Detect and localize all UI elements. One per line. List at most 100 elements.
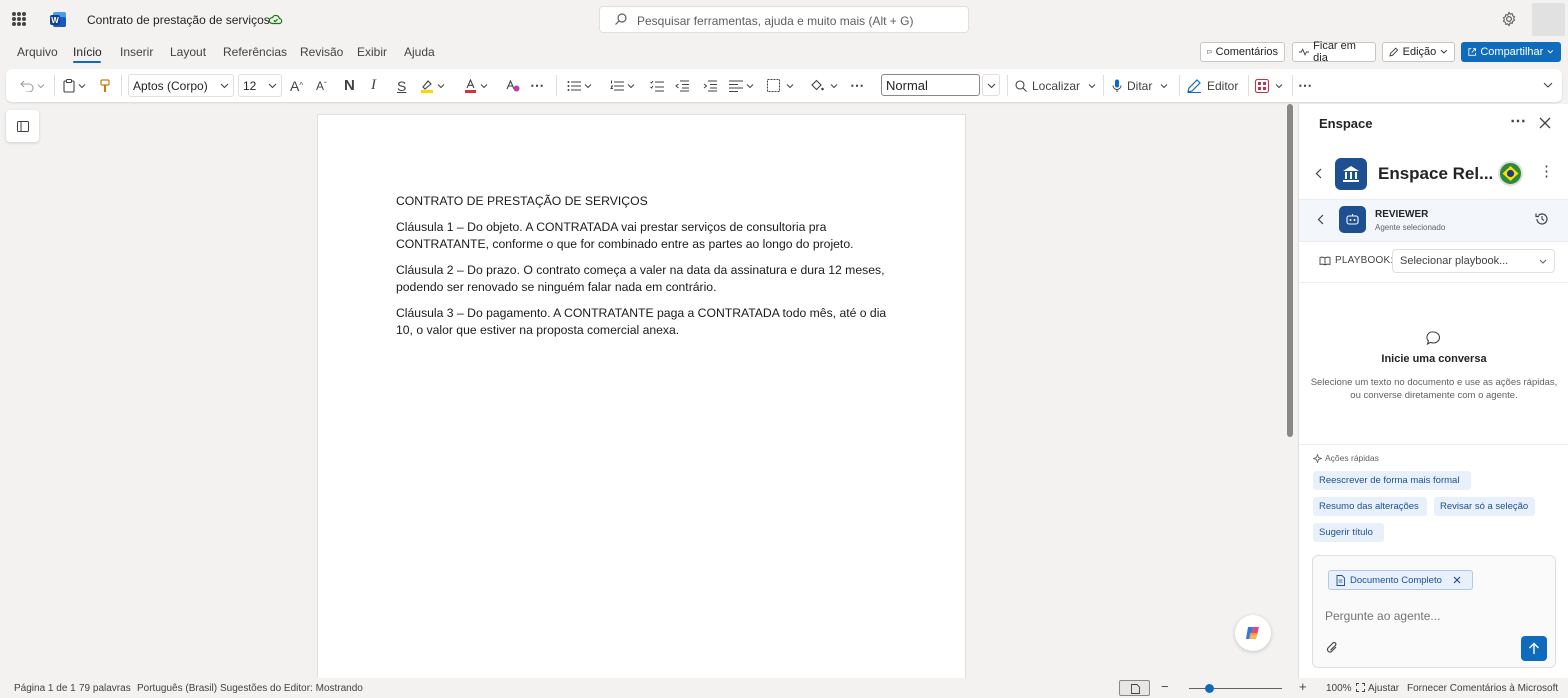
bold-button[interactable]: N [344,69,355,102]
user-avatar[interactable] [1532,3,1565,36]
align-left-icon [729,80,743,92]
catch-up-button[interactable]: Ficar em dia [1292,40,1376,64]
quick-action-summary[interactable]: Resumo das alterações [1313,497,1427,516]
history-icon[interactable] [1535,212,1549,226]
copilot-icon [1246,627,1259,639]
pencil-icon [1389,47,1399,57]
tab-referencias[interactable]: Referências [223,45,287,59]
send-button[interactable] [1521,636,1547,661]
tab-inserir[interactable]: Inserir [120,45,153,59]
agent-prompt-input[interactable] [1325,607,1525,625]
chevron-down-icon [1547,50,1554,54]
saved-cloud-icon[interactable] [268,12,283,27]
status-bar: Página 1 de 1 79 palavras Português (Bra… [0,678,1568,698]
language[interactable]: Português (Brasil) [137,683,217,694]
editing-mode-button[interactable]: Edição [1382,42,1455,62]
style-select[interactable]: Normal [881,74,980,96]
font-size-select[interactable]: 12 [238,74,282,97]
tab-layout[interactable]: Layout [170,45,206,59]
settings-gear-icon[interactable] [1501,11,1517,27]
clause-1-paragraph[interactable]: Cláusula 1 – Do objeto. A CONTRATADA vai… [396,219,891,253]
dictate-button[interactable]: Ditar [1112,69,1168,102]
tab-ajuda[interactable]: Ajuda [404,45,435,59]
workspace-name[interactable]: Enspace Rel... [1378,164,1493,184]
search-box[interactable]: Pesquisar ferramentas, ajuda e muito mai… [599,6,969,33]
copilot-button[interactable] [1235,615,1271,651]
document-page[interactable]: CONTRATO DE PRESTAÇÃO DE SERVIÇOS Cláusu… [317,114,966,698]
fit-button[interactable]: Ajustar [1356,683,1399,694]
clause-2-paragraph[interactable]: Cláusula 2 – Do prazo. O contrato começa… [396,262,891,296]
more-font-options-icon[interactable]: ⋯ [530,69,544,102]
tab-arquivo[interactable]: Arquivo [17,45,58,59]
highlight-button[interactable] [420,69,445,102]
multilevel-list-button[interactable] [650,69,664,102]
quick-action-review-selection[interactable]: Revisar só a seleção [1434,497,1535,516]
comments-button[interactable]: Comentários [1200,42,1285,62]
active-tab-indicator [73,61,101,63]
more-options-icon[interactable]: ⋯ [1298,69,1312,102]
decrease-indent-button[interactable] [675,69,689,102]
playbook-label: PLAYBOOK: [1319,255,1393,266]
back-icon[interactable] [1315,168,1322,179]
borders-button[interactable] [767,69,794,102]
shading-button[interactable] [810,69,838,102]
share-button[interactable]: Compartilhar [1461,42,1561,62]
font-color-button[interactable] [464,69,488,102]
quick-action-suggest-title[interactable]: Sugerir título [1313,523,1384,542]
font-family-select[interactable]: Aptos (Corpo) [128,74,234,97]
clear-formatting-button[interactable] [506,69,520,102]
format-painter-button[interactable] [100,69,110,102]
brazil-flag-icon[interactable] [1498,161,1523,186]
bullets-button[interactable] [567,69,592,102]
increase-indent-button[interactable] [703,69,717,102]
tab-inicio[interactable]: Início [73,45,102,59]
document-body[interactable]: CONTRATO DE PRESTAÇÃO DE SERVIÇOS Cláusu… [396,193,891,348]
attach-icon[interactable] [1326,641,1338,654]
addins-button[interactable] [1255,69,1283,102]
playbook-select[interactable]: Selecionar playbook... [1392,249,1555,273]
remove-chip-icon[interactable] [1453,576,1461,584]
search-placeholder: Pesquisar ferramentas, ajuda e muito mai… [637,14,914,28]
paste-button[interactable] [63,69,86,102]
print-layout-button[interactable] [1119,680,1150,696]
word-count[interactable]: 79 palavras [79,683,131,694]
document-scrollbar-thumb[interactable] [1287,104,1293,437]
clause-3-paragraph[interactable]: Cláusula 3 – Do pagamento. A CONTRATANTE… [396,305,891,339]
italic-button[interactable]: I [371,69,376,102]
editor-button[interactable]: Editor [1187,69,1238,102]
alignment-button[interactable] [729,69,754,102]
chevron-down-icon [268,83,277,89]
agent-name: REVIEWER [1375,209,1429,220]
tab-revisao[interactable]: Revisão [300,45,343,59]
grow-font-button[interactable]: A ^ [290,69,303,102]
zoom-out-button[interactable]: − [1161,679,1169,694]
zoom-level[interactable]: 100% [1326,683,1352,694]
zoom-slider-track[interactable] [1189,688,1282,689]
shrink-font-button[interactable]: Aˇ [316,69,327,102]
feedback-link[interactable]: Fornecer Comentários à Microsoft [1407,683,1558,694]
more-paragraph-options-icon[interactable]: ⋯ [850,69,864,102]
editor-suggestions[interactable]: Sugestões do Editor: Mostrando [220,683,363,694]
style-dropdown-button[interactable] [982,74,1000,96]
zoom-in-button[interactable]: + [1299,679,1307,694]
navigation-pane-button[interactable] [6,110,39,142]
undo-button[interactable] [20,69,45,102]
collapse-ribbon-button[interactable] [1543,69,1553,102]
highlighter-icon [421,79,433,93]
zoom-slider-thumb[interactable] [1205,684,1214,693]
document-title[interactable]: Contrato de prestação de serviços [87,13,270,27]
context-chip[interactable]: Documento Completo [1328,570,1473,590]
workspace-menu-icon[interactable]: ⋮ [1539,164,1554,180]
tab-exibir[interactable]: Exibir [357,45,387,59]
panel-close-icon[interactable] [1539,117,1551,129]
numbering-button[interactable] [610,69,635,102]
quick-action-formal[interactable]: Reescrever de forma mais formal [1313,471,1471,490]
enspace-panel: Enspace ⋯ Enspace Rel... ⋮ REVIEWER Agen… [1298,104,1568,678]
app-launcher-icon[interactable] [12,12,26,26]
agent-back-icon[interactable] [1317,214,1324,225]
underline-button[interactable]: S [397,69,406,102]
page-count[interactable]: Página 1 de 1 [14,683,76,694]
panel-more-icon[interactable]: ⋯ [1510,114,1526,130]
find-button[interactable]: Localizar [1015,69,1096,102]
document-heading[interactable]: CONTRATO DE PRESTAÇÃO DE SERVIÇOS [396,193,891,210]
